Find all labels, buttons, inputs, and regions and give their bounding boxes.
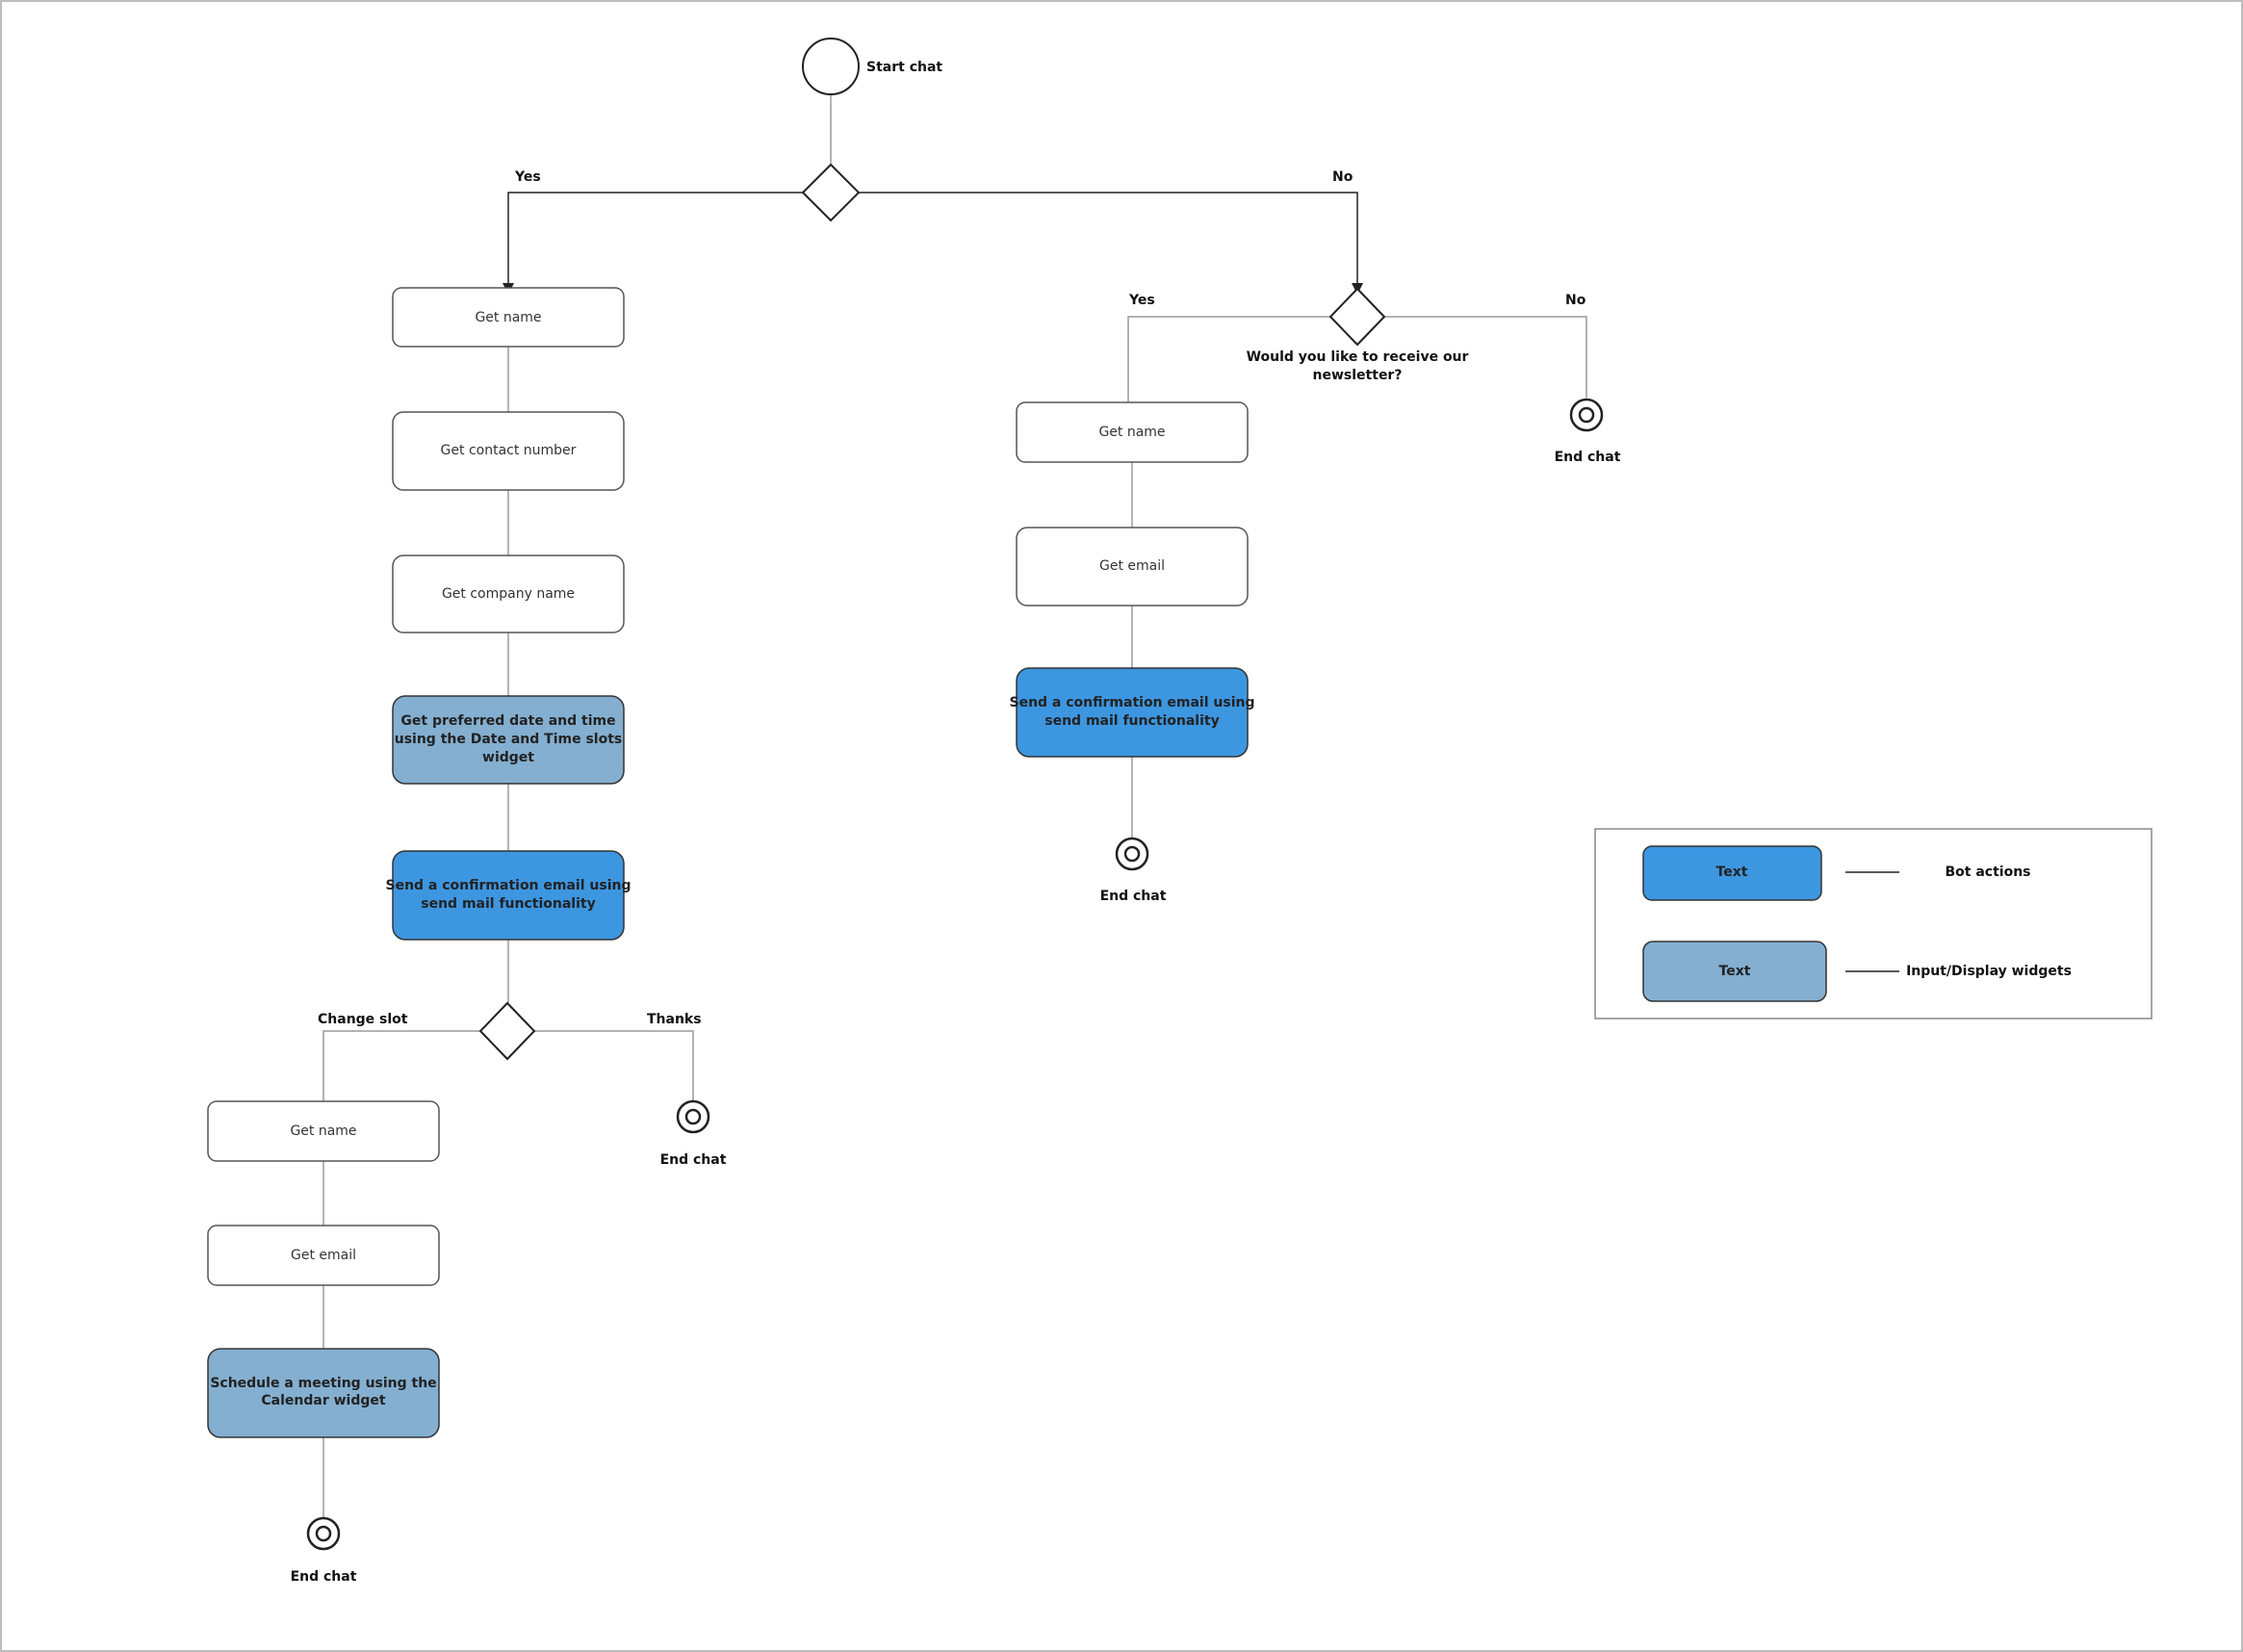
right-send-mail-text-2: send mail functionality (1044, 713, 1219, 729)
legend-bot-actions-swatch-text: Text (1716, 865, 1748, 880)
flowchart-svg: Start chat Yes No Get name Get contact n… (0, 0, 2243, 1652)
newsletter-no-label: No (1565, 293, 1586, 308)
left-date-time-text-3: widget (482, 750, 534, 765)
right-send-mail-text-1: Send a confirmation email using (1009, 695, 1254, 710)
legend-widgets-swatch-text: Text (1719, 964, 1751, 979)
newsletter-no-end-node (1569, 398, 1604, 432)
slot-end-label: End chat (291, 1569, 357, 1585)
slot-get-email-text: Get email (291, 1248, 356, 1263)
connector-change-slot (322, 1030, 479, 1101)
connector-main-yes (503, 192, 804, 295)
legend-bot-actions-label: Bot actions (1945, 865, 2030, 880)
legend-widgets-label: Input/Display widgets (1906, 964, 2072, 979)
left-send-mail-text-2: send mail functionality (421, 896, 595, 912)
left-date-time-text-1: Get preferred date and time (400, 713, 615, 729)
start-node (802, 38, 860, 95)
slot-decision-diamond (478, 1001, 536, 1061)
change-slot-label: Change slot (318, 1012, 408, 1027)
main-yes-label: Yes (514, 169, 541, 185)
connector-main-no (858, 192, 1363, 295)
newsletter-decision-diamond (1328, 287, 1386, 347)
left-send-mail-node (392, 850, 625, 941)
main-no-label: No (1332, 169, 1354, 185)
left-get-contact-text: Get contact number (441, 443, 577, 458)
newsletter-no-end-label: End chat (1555, 450, 1621, 465)
right-end-label: End chat (1100, 889, 1167, 904)
left-get-name-text: Get name (475, 310, 541, 325)
right-send-mail-node (1016, 667, 1249, 758)
flowchart-canvas: Start chat Yes No Get name Get contact n… (0, 0, 2243, 1652)
left-get-company-text: Get company name (442, 586, 575, 602)
right-end-node (1115, 837, 1149, 871)
connector-thanks (534, 1030, 694, 1100)
left-date-time-text-2: using the Date and Time slots (395, 732, 623, 747)
slot-end-node (306, 1516, 341, 1551)
main-decision-diamond (801, 163, 861, 222)
slot-schedule-text-2: Calendar widget (261, 1393, 386, 1408)
newsletter-question-1: Would you like to receive our (1247, 349, 1469, 365)
legend: Text Bot actions Text Input/Display widg… (1594, 828, 2153, 1020)
right-get-name-text: Get name (1098, 425, 1165, 440)
thanks-label: Thanks (647, 1012, 702, 1027)
start-label: Start chat (866, 60, 942, 75)
thanks-end-node (676, 1099, 710, 1134)
left-send-mail-text-1: Send a confirmation email using (385, 878, 631, 893)
slot-schedule-text-1: Schedule a meeting using the (210, 1376, 436, 1391)
newsletter-yes-label: Yes (1128, 293, 1155, 308)
right-get-email-text: Get email (1099, 558, 1165, 574)
thanks-end-label: End chat (660, 1152, 727, 1168)
newsletter-question-2: newsletter? (1313, 368, 1403, 383)
slot-get-name-text: Get name (290, 1123, 356, 1139)
